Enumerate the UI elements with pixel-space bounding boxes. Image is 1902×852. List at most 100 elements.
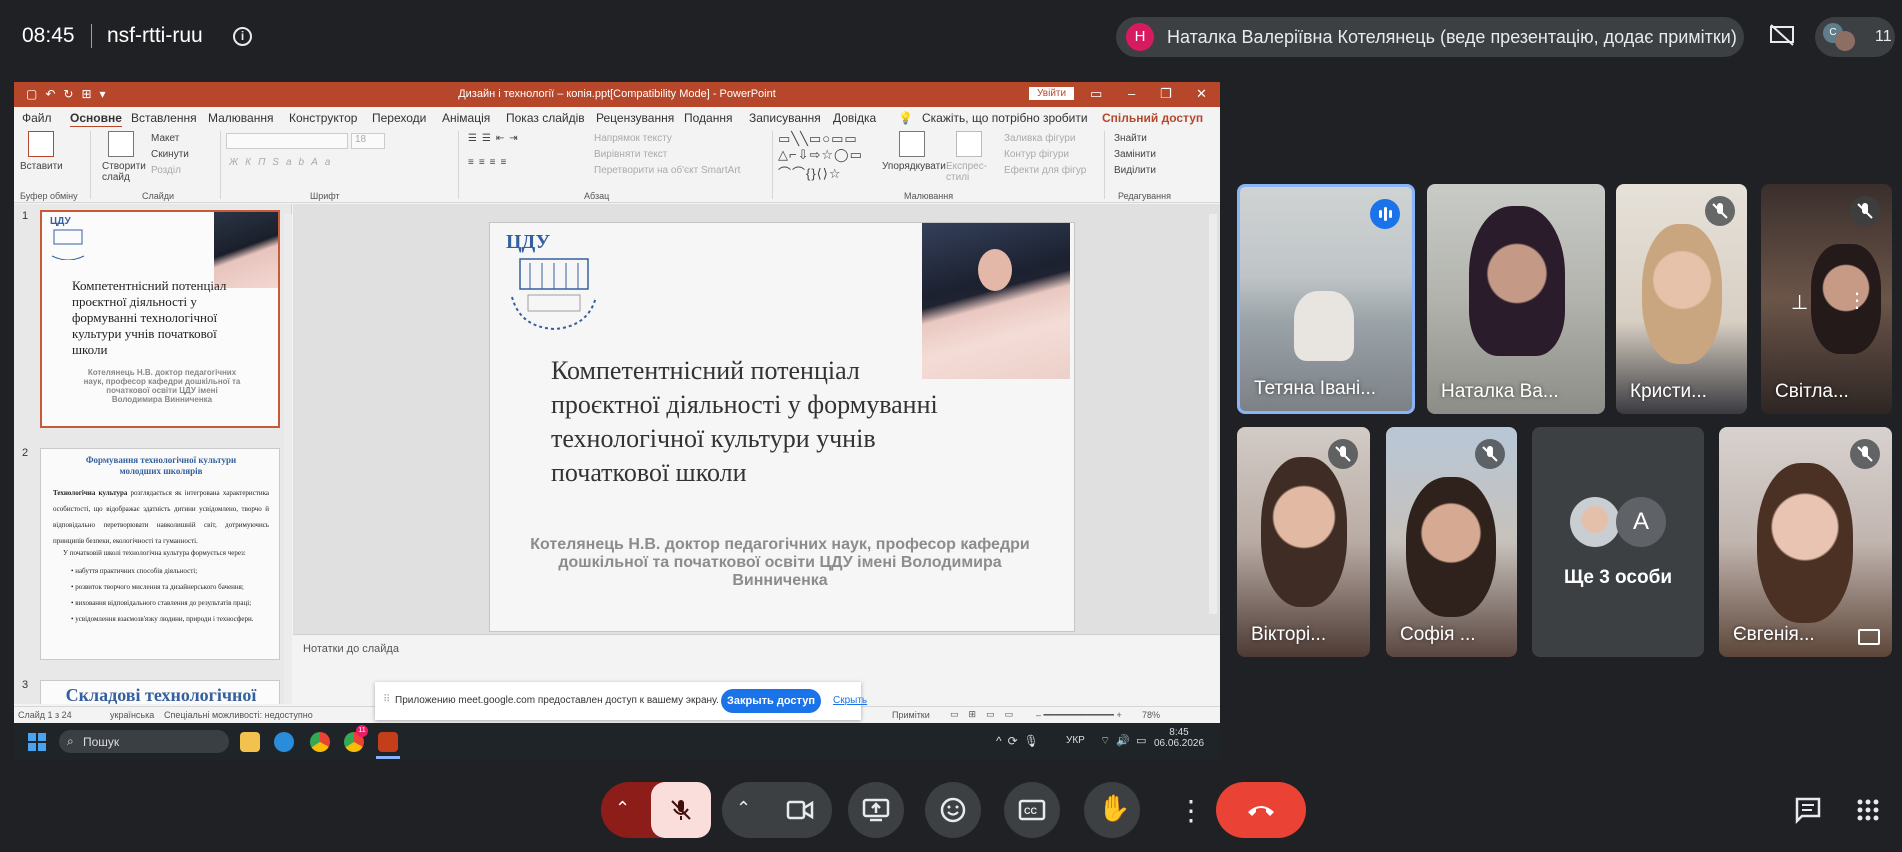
convert-smartart-button[interactable]: Перетворити на об'єкт SmartArt [594, 165, 740, 176]
slide-thumbnail-1[interactable]: ЦДУ Компетентнісний потенціал проєктної … [40, 210, 280, 428]
camera-icon[interactable] [786, 798, 814, 822]
leave-call-button[interactable] [1216, 782, 1306, 838]
participant-video [1406, 477, 1496, 617]
arrange-button[interactable]: Упорядкувати [882, 161, 946, 172]
tab-draw[interactable]: Малювання [208, 111, 273, 125]
share-button[interactable]: Спільний доступ [1102, 111, 1203, 125]
font-name-box[interactable] [226, 133, 348, 149]
more-options-icon[interactable]: ⋮ [1847, 288, 1867, 313]
more-options-button[interactable]: ⋮ [1165, 782, 1205, 838]
hide-button[interactable]: Скрыть [833, 695, 867, 706]
more-participants-tile[interactable]: А Ще 3 особи [1532, 427, 1704, 657]
participant-tile[interactable]: Євгенія... [1719, 427, 1892, 657]
close-button[interactable]: ✕ [1196, 86, 1207, 102]
paste-icon[interactable] [28, 131, 54, 157]
participant-tile[interactable]: ⊥ ⋮ Світла... [1761, 184, 1892, 414]
slide-thumbnail-2[interactable]: Формування технологічної культури молодш… [40, 448, 280, 660]
shape-fill-button[interactable]: Заливка фігури [1004, 133, 1075, 144]
slide-thumbnail-3[interactable]: Складові технологічної [40, 680, 280, 704]
tab-slideshow[interactable]: Показ слайдів [506, 111, 585, 125]
tab-animations[interactable]: Анімація [442, 111, 490, 125]
raise-hand-button[interactable]: ✋ [1084, 782, 1140, 838]
participant-tile[interactable]: Софія ... [1386, 427, 1517, 657]
tell-me-search[interactable]: Скажіть, що потрібно зробити [922, 111, 1088, 125]
participants-button[interactable]: С 11 [1815, 17, 1895, 57]
new-slide-icon[interactable] [108, 131, 134, 157]
reactions-button[interactable] [925, 782, 981, 838]
participant-tile[interactable]: Наталка Ва... [1427, 184, 1605, 414]
section-button[interactable]: Розділ [151, 165, 181, 176]
language[interactable]: українська [110, 710, 154, 720]
list-buttons[interactable]: ☰☰⇤⇥ [468, 133, 523, 144]
participant-tile[interactable]: Тетяна Івані... [1237, 184, 1415, 414]
minimize-button[interactable]: – [1128, 86, 1135, 101]
editor-scrollbar[interactable] [1209, 214, 1217, 614]
present-screen-button[interactable] [848, 782, 904, 838]
new-slide-label[interactable]: Створити слайд [102, 161, 146, 183]
mic-options-chevron-icon[interactable]: ⌃ [615, 798, 630, 819]
pin-icon[interactable]: ⊥ [1791, 290, 1808, 315]
picture-in-picture-icon[interactable] [1858, 629, 1880, 645]
tab-transitions[interactable]: Переходи [372, 111, 426, 125]
participant-tile[interactable]: Кристи... [1616, 184, 1747, 414]
file-explorer-icon[interactable] [240, 732, 260, 752]
notes-pane[interactable]: Нотатки до слайда [293, 634, 1220, 682]
activities-grid-icon[interactable] [1856, 798, 1880, 822]
taskbar-search[interactable]: ⌕ Пошук [59, 730, 229, 753]
reset-button[interactable]: Скинути [151, 149, 189, 160]
presenter-indicator[interactable]: Н Наталка Валеріївна Котелянець (веде пр… [1116, 17, 1744, 57]
layout-button[interactable]: Макет [151, 133, 179, 144]
select-button[interactable]: Виділити [1114, 165, 1156, 176]
thumbnails-scrollbar[interactable] [284, 214, 292, 704]
camera-options-chevron-icon[interactable]: ⌃ [736, 798, 751, 819]
ribbon-display-icon[interactable]: ▭ [1090, 86, 1102, 102]
view-buttons[interactable]: ▭⊞▭▭ [950, 709, 1023, 720]
stop-sharing-button[interactable]: Закрыть доступ [721, 689, 821, 713]
tab-view[interactable]: Подання [684, 111, 732, 125]
quick-styles-icon[interactable] [956, 131, 982, 157]
drag-handle-icon[interactable]: ⠿ [383, 694, 390, 705]
font-format-buttons[interactable]: ЖКПSabAa [229, 157, 337, 168]
input-language[interactable]: УКР [1066, 735, 1085, 746]
windows-start-icon[interactable] [28, 733, 46, 751]
participant-tile[interactable]: Вікторі... [1237, 427, 1370, 657]
tab-review[interactable]: Рецензування [596, 111, 674, 125]
align-text-button[interactable]: Вирівняти текст [594, 149, 667, 160]
zoom-slider[interactable]: – ━━━━━━━━━━━━━ + [1036, 710, 1122, 721]
system-tray-icons[interactable]: ^⟳🎙 [996, 734, 1045, 748]
tab-recording[interactable]: Записування [749, 111, 821, 125]
accessibility-status[interactable]: Спеціальні можливості: недоступно [164, 710, 313, 720]
restore-button[interactable]: ❐ [1160, 86, 1172, 102]
replace-button[interactable]: Замінити [1114, 149, 1156, 160]
align-buttons[interactable]: ≡≡≡≡ [468, 157, 511, 168]
tab-home[interactable]: Основне [70, 111, 122, 128]
chrome-icon[interactable] [310, 732, 330, 752]
tab-help[interactable]: Довідка [833, 111, 876, 125]
meeting-info-icon[interactable]: i [233, 27, 252, 46]
sign-in-button[interactable]: Увійти [1029, 87, 1075, 100]
taskbar-clock[interactable]: 8:45 06.06.2026 [1154, 727, 1204, 749]
zoom-level[interactable]: 78% [1142, 710, 1160, 720]
captions-button[interactable]: CC [1004, 782, 1060, 838]
tab-design[interactable]: Конструктор [289, 111, 357, 125]
font-size-box[interactable]: 18 [351, 133, 385, 149]
network-volume-icons[interactable]: ⌔🔊▭ [1100, 734, 1152, 748]
presentation-off-icon[interactable] [1768, 21, 1796, 49]
find-button[interactable]: Знайти [1114, 133, 1147, 144]
paste-label[interactable]: Вставити [20, 161, 63, 172]
arrange-icon[interactable] [899, 131, 925, 157]
shapes-gallery[interactable]: ▭╲╲▭○▭▭ △⌐⇩⇨☆◯▭ ⌒⌒{}⟨⟩☆ [778, 131, 863, 182]
shape-effects-button[interactable]: Ефекти для фігур [1004, 165, 1086, 176]
tab-file[interactable]: Файл [22, 111, 52, 125]
edge-icon[interactable] [274, 732, 294, 752]
powerpoint-icon[interactable] [378, 732, 398, 752]
chat-icon[interactable] [1794, 796, 1822, 824]
shape-outline-button[interactable]: Контур фігури [1004, 149, 1069, 160]
quick-styles-button[interactable]: Експрес-стилі [946, 161, 994, 183]
mic-toggle-button[interactable] [651, 782, 711, 838]
tab-insert[interactable]: Вставлення [131, 111, 197, 125]
notes-toggle[interactable]: Примітки [892, 710, 930, 720]
hang-up-icon [1248, 806, 1274, 816]
current-slide[interactable]: ЦДУ Компетентнісний потенціал проєктної … [489, 222, 1075, 632]
text-direction-button[interactable]: Напрямок тексту [594, 133, 672, 144]
